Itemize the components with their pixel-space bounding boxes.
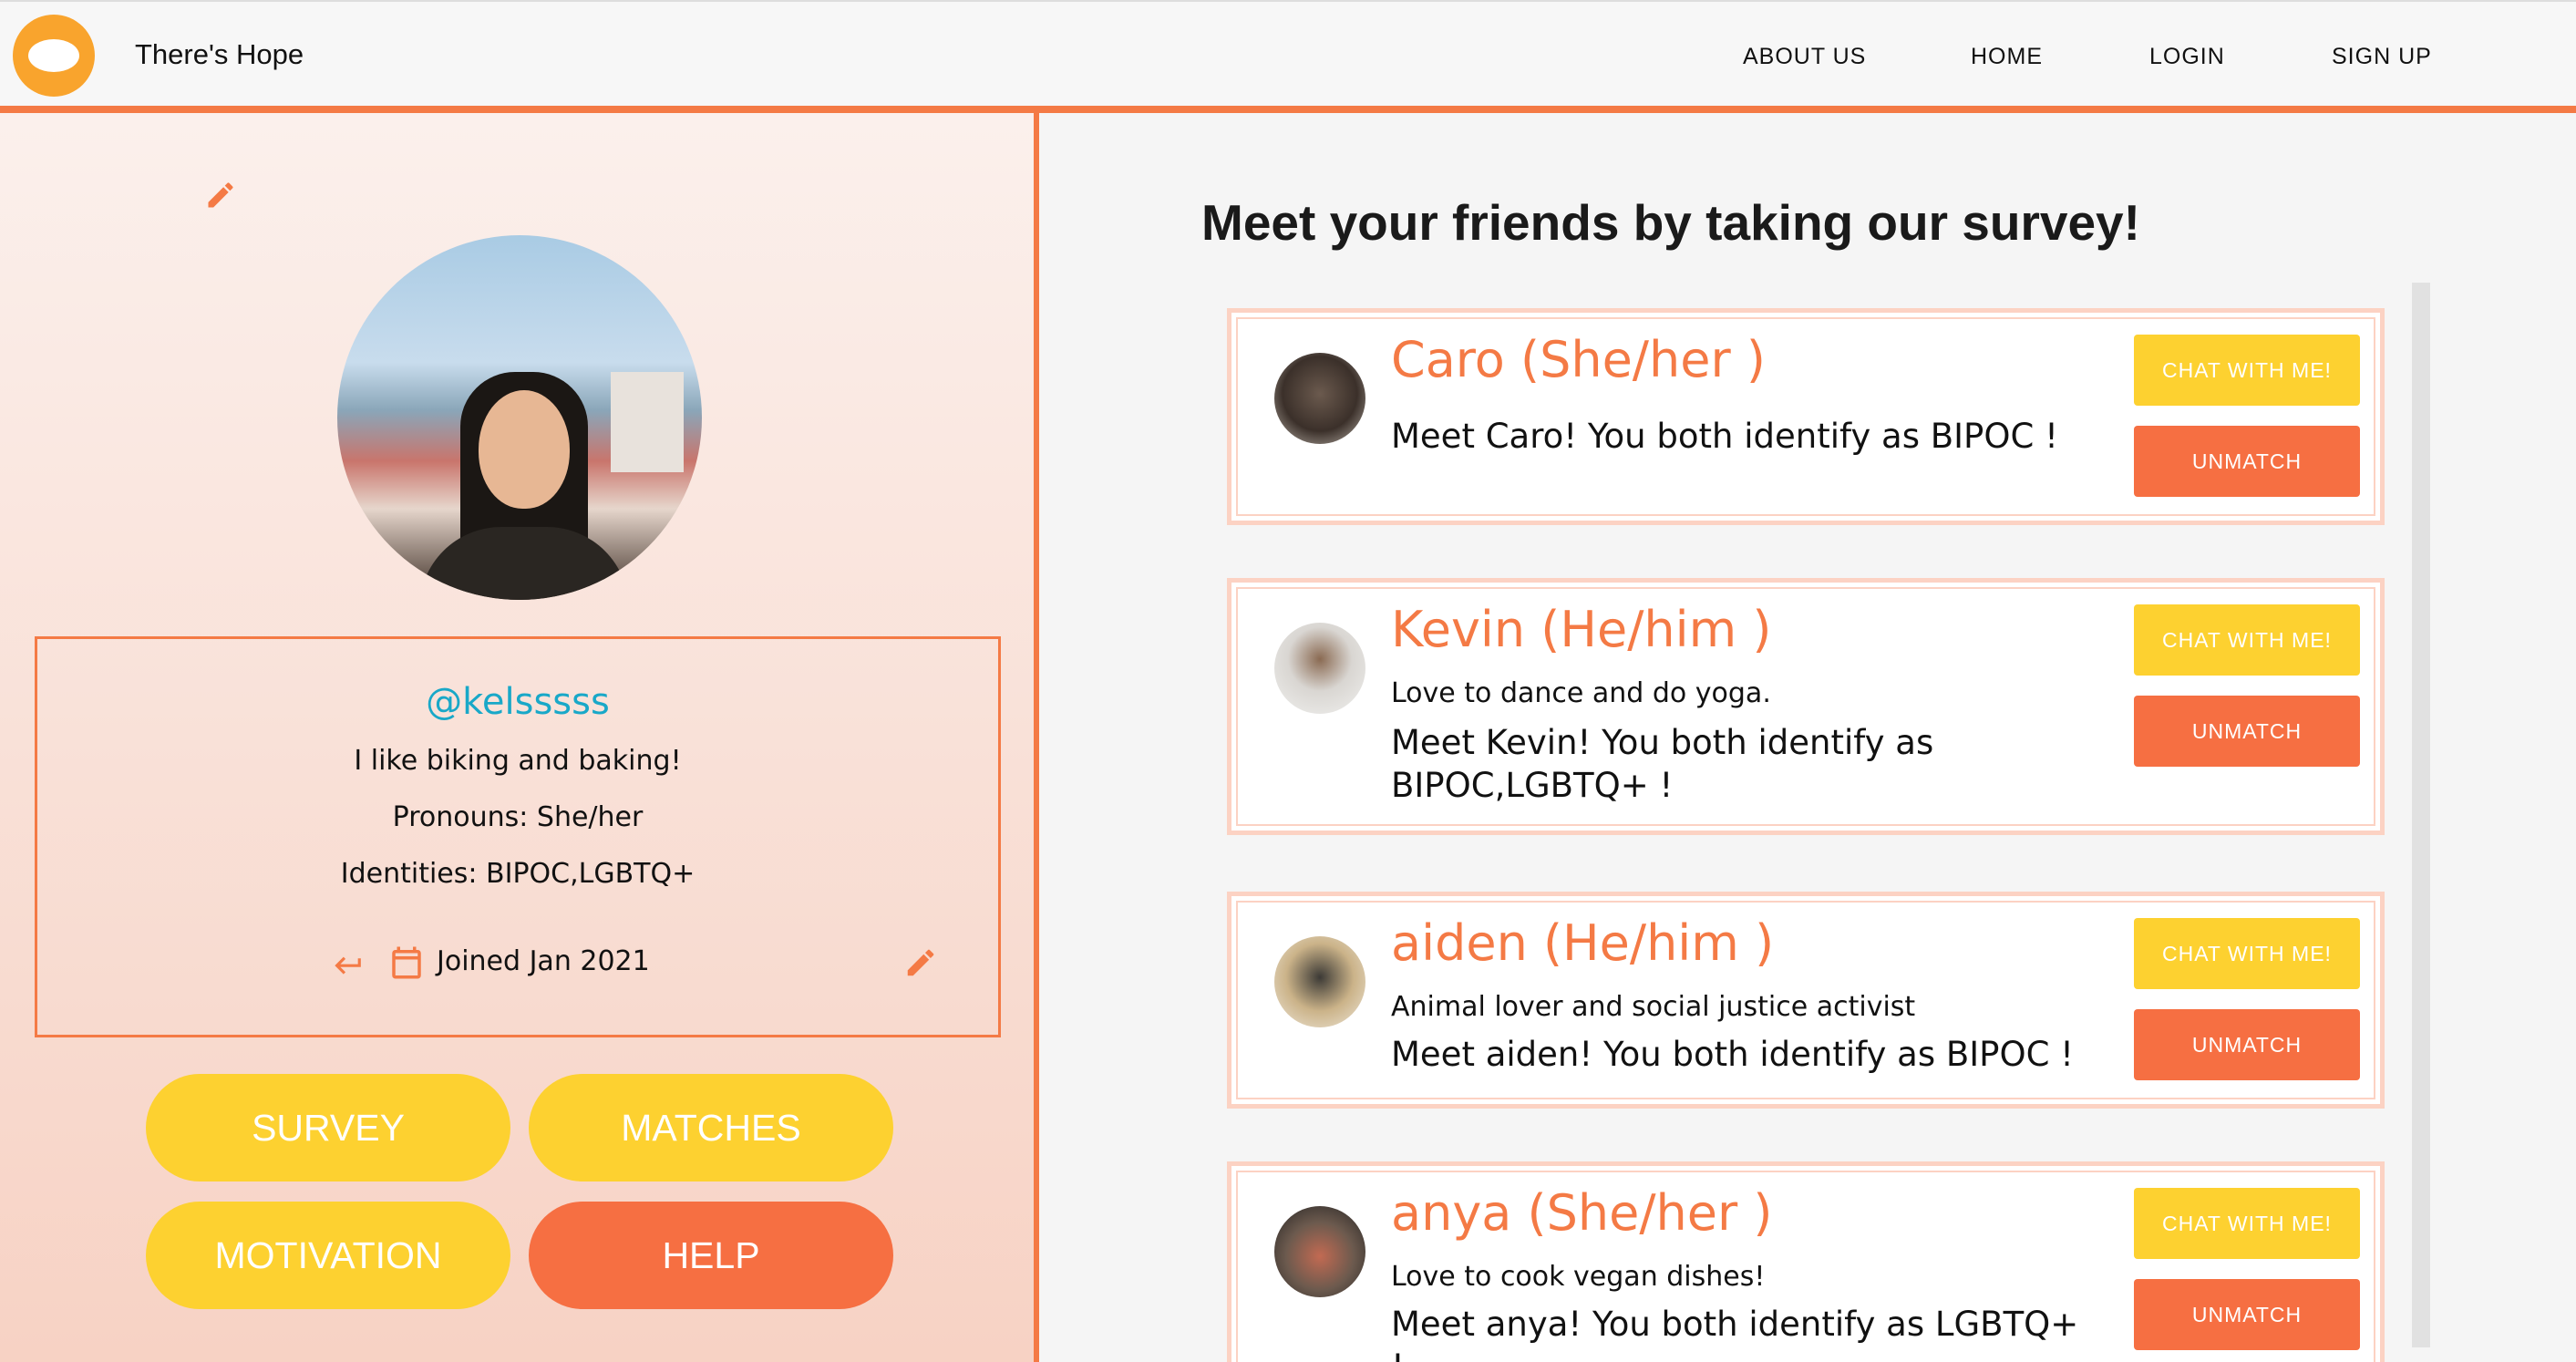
- unmatch-button[interactable]: UNMATCH: [2134, 1009, 2360, 1080]
- profile-bio: I like biking and baking!: [354, 745, 682, 777]
- page-title: Meet your friends by taking our survey!: [1201, 194, 2140, 251]
- match-name: aiden (He/him ): [1391, 914, 1775, 972]
- profile-identities: Identities: BIPOC,LGBTQ+: [340, 858, 696, 890]
- brand-name[interactable]: There's Hope: [135, 38, 304, 71]
- nav-sign-up[interactable]: SIGN UP: [2332, 44, 2432, 70]
- logo-icon[interactable]: [13, 15, 95, 97]
- unmatch-button[interactable]: UNMATCH: [2134, 1279, 2360, 1350]
- matches-list: Caro (She/her ) Meet Caro! You both iden…: [1227, 301, 2430, 1362]
- motivation-button[interactable]: MOTIVATION: [146, 1202, 510, 1309]
- joined-date: Joined Jan 2021: [437, 945, 650, 977]
- nav-about-us[interactable]: ABOUT US: [1743, 44, 1866, 70]
- nav-login[interactable]: LOGIN: [2149, 44, 2225, 70]
- chat-with-me-button[interactable]: CHAT WITH ME!: [2134, 918, 2360, 989]
- match-name: Caro (She/her ): [1391, 331, 1766, 388]
- joined-row: Joined Jan 2021: [37, 940, 998, 985]
- help-button[interactable]: HELP: [529, 1202, 893, 1309]
- match-card: Caro (She/her ) Meet Caro! You both iden…: [1227, 308, 2385, 525]
- profile-sidebar: @kelsssss I like biking and baking! Pron…: [0, 113, 1039, 1362]
- return-arrow-icon[interactable]: [329, 945, 364, 980]
- survey-button[interactable]: SURVEY: [146, 1074, 510, 1181]
- match-meet-text: Meet anya! You both identify as LGBTQ+ !: [1391, 1305, 2079, 1362]
- profile-avatar: [337, 235, 702, 600]
- match-card: anya (She/her ) Love to cook vegan dishe…: [1227, 1161, 2385, 1362]
- match-avatar: [1274, 623, 1365, 714]
- match-bio: Animal lover and social justice activist: [1391, 991, 1916, 1023]
- top-navbar: There's Hope ABOUT US HOME LOGIN SIGN UP: [0, 0, 2576, 113]
- chat-with-me-button[interactable]: CHAT WITH ME!: [2134, 1188, 2360, 1259]
- edit-photo-pencil-icon[interactable]: [204, 179, 237, 212]
- edit-profile-pencil-icon[interactable]: [903, 945, 938, 980]
- unmatch-button[interactable]: UNMATCH: [2134, 426, 2360, 497]
- calendar-icon: [392, 946, 421, 979]
- match-avatar: [1274, 353, 1365, 444]
- match-bio: Love to cook vegan dishes!: [1391, 1261, 1766, 1293]
- nav-home[interactable]: HOME: [1971, 44, 2043, 70]
- chat-with-me-button[interactable]: CHAT WITH ME!: [2134, 335, 2360, 406]
- profile-pronouns: Pronouns: She/her: [392, 801, 644, 833]
- match-avatar: [1274, 936, 1365, 1027]
- chat-with-me-button[interactable]: CHAT WITH ME!: [2134, 604, 2360, 676]
- match-meet-text: Meet Kevin! You both identify as BIPOC,L…: [1391, 723, 1934, 805]
- match-avatar: [1274, 1206, 1365, 1297]
- matches-button[interactable]: MATCHES: [529, 1074, 893, 1181]
- profile-username: @kelsssss: [426, 681, 610, 723]
- match-card: Kevin (He/him ) Love to dance and do yog…: [1227, 578, 2385, 835]
- match-meet-text: Meet Caro! You both identify as BIPOC !: [1391, 417, 2058, 456]
- match-name: Kevin (He/him ): [1391, 601, 1772, 658]
- match-bio: Love to dance and do yoga.: [1391, 677, 1771, 709]
- match-meet-text: Meet aiden! You both identify as BIPOC !: [1391, 1035, 2075, 1074]
- profile-card: @kelsssss I like biking and baking! Pron…: [35, 636, 1001, 1037]
- match-card: aiden (He/him ) Animal lover and social …: [1227, 892, 2385, 1109]
- match-name: anya (She/her ): [1391, 1184, 1773, 1242]
- unmatch-button[interactable]: UNMATCH: [2134, 696, 2360, 767]
